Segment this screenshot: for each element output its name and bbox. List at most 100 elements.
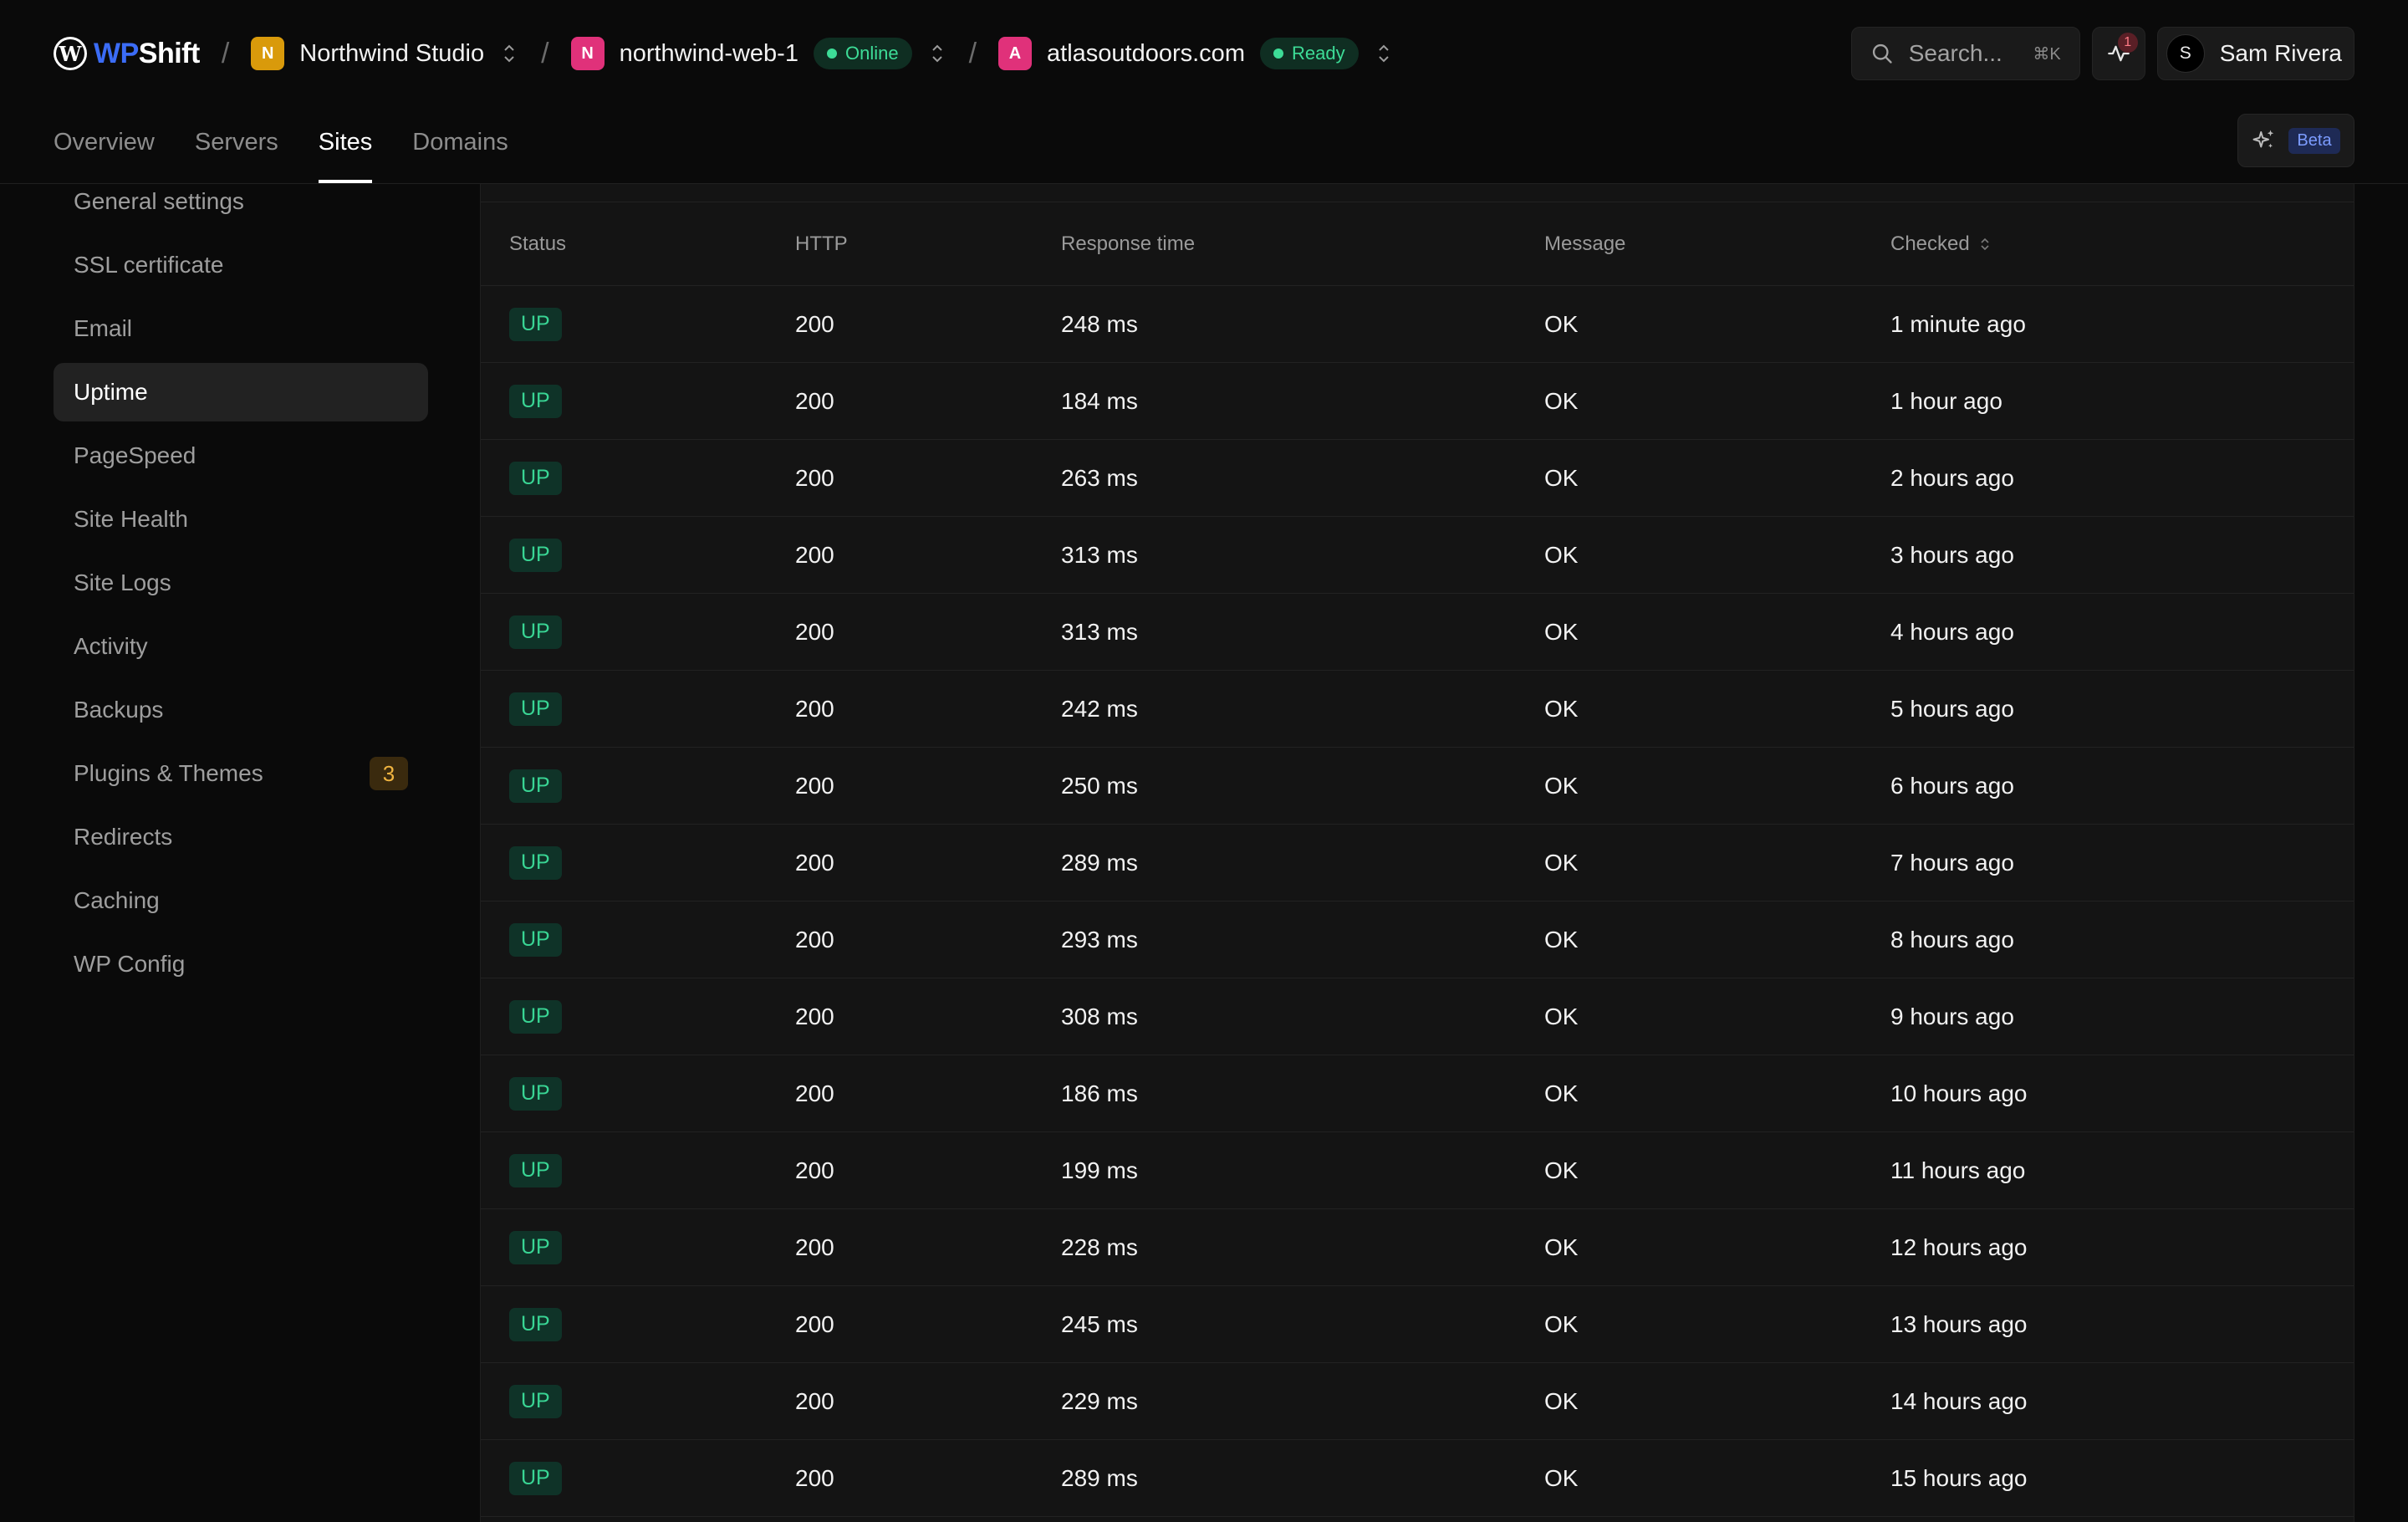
- sidebar-item-email[interactable]: Email: [54, 299, 428, 358]
- sidebar-item-activity[interactable]: Activity: [54, 617, 428, 676]
- status-badge: UP: [509, 999, 562, 1034]
- table-top-divider: [481, 184, 2354, 202]
- checked-cell: 10 hours ago: [1890, 1080, 2028, 1106]
- status-badge: UP: [509, 1230, 562, 1264]
- checked-cell: 14 hours ago: [1890, 1387, 2028, 1414]
- http-cell: 200: [795, 1310, 834, 1337]
- table-row[interactable]: UP 200 289 ms OK 15 hours ago: [481, 1440, 2354, 1517]
- brand-name: WPShift: [94, 37, 200, 69]
- site-switcher[interactable]: A atlasoutdoors.com Ready: [998, 37, 1394, 70]
- checked-cell: 3 hours ago: [1890, 541, 2014, 568]
- status-dot-icon: [1273, 49, 1283, 59]
- message-cell: OK: [1544, 1464, 1579, 1491]
- table-row[interactable]: UP 200 313 ms OK 3 hours ago: [481, 517, 2354, 594]
- response-cell: 250 ms: [1061, 772, 1138, 799]
- beta-badge: Beta: [2288, 127, 2340, 154]
- search-button[interactable]: Search... ⌘K: [1850, 27, 2080, 80]
- status-cell: UP: [509, 461, 795, 495]
- status-cell: UP: [509, 999, 795, 1034]
- status-dot-icon: [826, 49, 837, 59]
- table-row[interactable]: UP 200 245 ms OK 13 hours ago: [481, 1286, 2354, 1363]
- user-menu-button[interactable]: S Sam Rivera: [2156, 27, 2354, 80]
- checked-cell: 12 hours ago: [1890, 1233, 2028, 1260]
- checked-cell: 15 hours ago: [1890, 1464, 2028, 1491]
- search-icon: [1872, 43, 1892, 64]
- sidebar-item-pagespeed[interactable]: PageSpeed: [54, 426, 428, 485]
- sidebar-item-caching[interactable]: Caching: [54, 871, 428, 930]
- checked-cell: 5 hours ago: [1890, 695, 2014, 722]
- message-cell: OK: [1544, 849, 1579, 876]
- status-cell: UP: [509, 384, 795, 418]
- status-cell: UP: [509, 1461, 795, 1495]
- table-row[interactable]: UP 200 242 ms OK 5 hours ago: [481, 671, 2354, 748]
- response-cell: 199 ms: [1061, 1157, 1138, 1183]
- response-cell: 313 ms: [1061, 541, 1138, 568]
- status-badge: UP: [509, 845, 562, 880]
- table-row[interactable]: UP 200 229 ms OK 14 hours ago: [481, 1363, 2354, 1440]
- table-row[interactable]: UP 200 263 ms OK 2 hours ago: [481, 440, 2354, 517]
- http-cell: 200: [795, 1080, 834, 1106]
- sidebar-item-uptime[interactable]: Uptime: [54, 363, 428, 421]
- notification-count-badge: 1: [2117, 33, 2138, 53]
- http-cell: 200: [795, 1233, 834, 1260]
- sidebar-item-ssl-certificate[interactable]: SSL certificate: [54, 236, 428, 294]
- http-cell: 200: [795, 310, 834, 337]
- sidebar-item-site-logs[interactable]: Site Logs: [54, 554, 428, 612]
- http-cell: 200: [795, 849, 834, 876]
- sidebar-item-site-health[interactable]: Site Health: [54, 490, 428, 549]
- response-cell: 248 ms: [1061, 310, 1138, 337]
- table-row[interactable]: UP 200 308 ms OK 9 hours ago: [481, 978, 2354, 1055]
- table-row[interactable]: UP 200 186 ms OK 10 hours ago: [481, 1055, 2354, 1132]
- response-cell: 313 ms: [1061, 618, 1138, 645]
- http-cell: 200: [795, 1157, 834, 1183]
- message-cell: OK: [1544, 1157, 1579, 1183]
- sidebar-item-general-settings[interactable]: General settings: [54, 172, 428, 231]
- sidebar-item-plugins-themes[interactable]: Plugins & Themes 3: [54, 744, 428, 803]
- sidebar-item-redirects[interactable]: Redirects: [54, 808, 428, 866]
- status-cell: UP: [509, 692, 795, 726]
- wpshift-logo[interactable]: W WPShift: [54, 37, 200, 70]
- checked-cell: 11 hours ago: [1890, 1157, 2026, 1183]
- status-badge: UP: [509, 1384, 562, 1418]
- table-row[interactable]: UP 200 199 ms OK 11 hours ago: [481, 1132, 2354, 1209]
- checked-cell: 1 hour ago: [1890, 387, 2002, 414]
- message-cell: OK: [1544, 1080, 1579, 1106]
- message-cell: OK: [1544, 1003, 1579, 1029]
- response-cell: 186 ms: [1061, 1080, 1138, 1106]
- column-header-message: Message: [1544, 232, 1626, 255]
- status-badge: UP: [509, 769, 562, 803]
- table-row[interactable]: UP 200 289 ms OK 7 hours ago: [481, 825, 2354, 901]
- top-bar: W WPShift / N Northwind Studio / N north…: [0, 0, 2408, 107]
- table-header: Status HTTP Response time Message Checke…: [481, 202, 2354, 286]
- table-row[interactable]: UP 200 184 ms OK 1 hour ago: [481, 363, 2354, 440]
- chevron-up-down-icon: [499, 41, 519, 66]
- checked-cell: 6 hours ago: [1890, 772, 2014, 799]
- site-settings-sidebar: General settings SSL certificate Email U…: [54, 172, 428, 998]
- ai-assistant-button[interactable]: Beta: [2237, 114, 2354, 167]
- table-row[interactable]: UP 200 313 ms OK 4 hours ago: [481, 594, 2354, 671]
- server-status-badge: Online: [813, 38, 912, 69]
- message-cell: OK: [1544, 310, 1579, 337]
- sidebar-item-backups[interactable]: Backups: [54, 681, 428, 739]
- table-row[interactable]: UP 200 228 ms OK 12 hours ago: [481, 1209, 2354, 1286]
- breadcrumb-separator: /: [541, 37, 549, 69]
- message-cell: OK: [1544, 387, 1579, 414]
- response-cell: 289 ms: [1061, 849, 1138, 876]
- message-cell: OK: [1544, 1310, 1579, 1337]
- table-row[interactable]: UP 200 248 ms OK 1 minute ago: [481, 286, 2354, 363]
- response-cell: 245 ms: [1061, 1310, 1138, 1337]
- table-row[interactable]: UP 200 250 ms OK 6 hours ago: [481, 748, 2354, 825]
- server-switcher[interactable]: N northwind-web-1 Online: [570, 37, 947, 70]
- http-cell: 200: [795, 541, 834, 568]
- avatar: S: [2166, 34, 2205, 73]
- team-switcher[interactable]: N Northwind Studio: [251, 37, 519, 70]
- checked-cell: 9 hours ago: [1890, 1003, 2014, 1029]
- activity-button[interactable]: 1: [2091, 27, 2145, 80]
- table-row[interactable]: UP 200 293 ms OK 8 hours ago: [481, 901, 2354, 978]
- status-cell: UP: [509, 922, 795, 957]
- server-name: northwind-web-1: [619, 39, 798, 67]
- column-header-status: Status: [509, 232, 567, 255]
- column-header-checked[interactable]: Checked: [1890, 232, 2354, 256]
- message-cell: OK: [1544, 1387, 1579, 1414]
- sidebar-item-wp-config[interactable]: WP Config: [54, 935, 428, 993]
